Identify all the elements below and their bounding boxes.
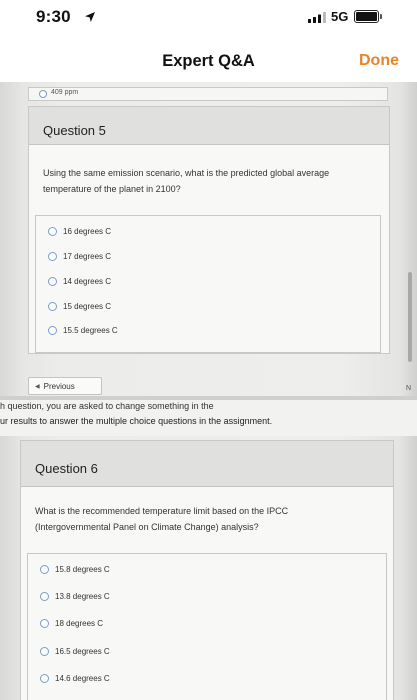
previous-label: Previous: [43, 381, 75, 391]
question-5-card: Question 5 Using the same emission scena…: [28, 106, 390, 354]
question-5-text-line1: Using the same emission scenario, what i…: [43, 168, 330, 178]
option-14-degrees[interactable]: 14 degrees C: [48, 274, 111, 288]
scroll-indicator[interactable]: [408, 272, 412, 362]
radio-button[interactable]: [40, 673, 49, 683]
option-label: 17 degrees C: [63, 251, 112, 261]
previous-option-strip: 409 ppm: [28, 87, 388, 101]
option-label: 15.8 degrees C: [55, 564, 110, 574]
battery-cap: [380, 14, 382, 19]
done-button[interactable]: Done: [359, 52, 399, 70]
question-6-text-line2: (Intergovernmental Panel on Climate Chan…: [35, 522, 259, 532]
option-16-degrees[interactable]: 16 degrees C: [48, 224, 111, 238]
location-arrow-icon: [85, 12, 95, 22]
radio-button[interactable]: [40, 564, 49, 574]
previous-button[interactable]: ◀ Previous: [28, 377, 102, 395]
radio-button[interactable]: [39, 90, 47, 98]
question-6-title: Question 6: [35, 461, 98, 476]
option-label: 15.5 degrees C: [63, 325, 118, 335]
radio-button[interactable]: [48, 226, 57, 236]
option-label: 18 degrees C: [55, 618, 104, 628]
question-photo: 409 ppm Question 5 Using the same emissi…: [0, 82, 417, 700]
page-title: Expert Q&A: [162, 52, 255, 70]
battery-icon: [354, 10, 379, 23]
option-label: 16 degrees C: [63, 226, 112, 236]
question-6-text: What is the recommended temperature limi…: [35, 503, 391, 535]
navigation-bar: Expert Q&A Done: [0, 38, 417, 82]
next-button-partial[interactable]: N: [406, 385, 411, 392]
status-time: 9:30: [36, 7, 71, 26]
question-5-text-line2: temperature of the planet in 2100?: [43, 184, 181, 194]
radio-button[interactable]: [48, 301, 57, 311]
option-18-degrees[interactable]: 18 degrees C: [40, 616, 103, 630]
radio-button[interactable]: [48, 251, 57, 261]
radio-button[interactable]: [40, 646, 49, 656]
option-label: 16.5 degrees C: [55, 646, 110, 656]
option-label: 14 degrees C: [63, 276, 112, 286]
option-16-5-degrees[interactable]: 16.5 degrees C: [40, 644, 110, 658]
option-13-8-degrees[interactable]: 13.8 degrees C: [40, 589, 110, 603]
option-17-degrees[interactable]: 17 degrees C: [48, 249, 111, 263]
question-6-card: Question 6 What is the recommended tempe…: [20, 440, 394, 700]
option-14-6-degrees[interactable]: 14.6 degrees C: [40, 671, 110, 685]
question-5-text: Using the same emission scenario, what i…: [43, 165, 387, 197]
network-type: 5G: [331, 9, 349, 24]
assignment-instructions: h question, you are asked to change some…: [0, 400, 417, 436]
radio-button[interactable]: [48, 276, 57, 286]
option-label: 14.6 degrees C: [55, 673, 110, 683]
question-5-title: Question 5: [43, 123, 106, 138]
status-bar: 9:30 5G: [0, 0, 417, 36]
question-6-options-box: 15.8 degrees C 13.8 degrees C 18 degrees…: [27, 553, 387, 700]
option-label: 13.8 degrees C: [55, 591, 110, 601]
option-15-degrees[interactable]: 15 degrees C: [48, 299, 111, 313]
radio-button[interactable]: [40, 618, 49, 628]
option-label: 409 ppm: [51, 89, 79, 96]
option-15-8-degrees[interactable]: 15.8 degrees C: [40, 562, 110, 576]
instructions-line1: h question, you are asked to change some…: [0, 401, 214, 411]
signal-bars-icon: [308, 12, 326, 23]
question-6-text-line1: What is the recommended temperature limi…: [35, 506, 289, 516]
chevron-left-icon: ◀: [35, 383, 40, 390]
option-15-5-degrees[interactable]: 15.5 degrees C: [48, 323, 118, 337]
radio-button[interactable]: [40, 591, 49, 601]
radio-button[interactable]: [48, 325, 57, 335]
option-label: 15 degrees C: [63, 301, 112, 311]
instructions-line2: ur results to answer the multiple choice…: [0, 416, 273, 426]
question-5-options-box: 16 degrees C 17 degrees C 14 degrees C 1…: [35, 215, 381, 353]
